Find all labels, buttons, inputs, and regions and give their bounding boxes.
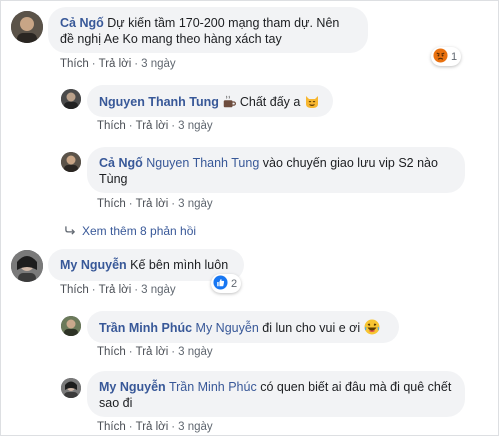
coffee-icon xyxy=(222,95,237,113)
like-reaction-icon xyxy=(213,274,228,293)
like-link[interactable]: Thích xyxy=(97,421,126,433)
comment-actions: Thích · Trả lời · 3 ngày xyxy=(60,284,176,296)
reaction-summary[interactable]: 1 xyxy=(431,47,462,66)
like-link[interactable]: Thích xyxy=(60,58,89,70)
like-link[interactable]: Thích xyxy=(97,346,126,358)
reply-link[interactable]: Trả lời xyxy=(136,120,169,132)
avatar[interactable] xyxy=(61,316,81,336)
mention-link[interactable]: My Nguyễn xyxy=(196,321,259,335)
like-link[interactable]: Thích xyxy=(97,120,126,132)
reaction-count: 1 xyxy=(451,50,458,63)
avatar[interactable] xyxy=(11,250,43,282)
comment-actions: Thích · Trả lời · 3 ngày xyxy=(97,346,213,358)
avatar[interactable] xyxy=(61,378,81,398)
reply-link[interactable]: Trả lời xyxy=(136,421,169,433)
comment-author[interactable]: Cả Ngố xyxy=(60,16,104,30)
avatar[interactable] xyxy=(61,89,81,109)
comment-bubble: My Nguyễn Trần Minh Phúc có quen biết ai… xyxy=(87,371,465,417)
avatar[interactable] xyxy=(11,11,43,43)
smiling-cat-icon xyxy=(304,93,320,113)
comment-actions: Thích · Trả lời · 3 ngày xyxy=(97,421,213,433)
comment-bubble: Cả Ngố Dự kiến tầm 170-200 mạng tham dự.… xyxy=(48,7,368,53)
view-more-label[interactable]: Xem thêm 8 phản hồi xyxy=(82,224,196,238)
laughing-emoji-icon xyxy=(364,319,380,339)
comment-time[interactable]: 3 ngày xyxy=(178,198,213,210)
reply-link[interactable]: Trả lời xyxy=(99,284,132,296)
comment-time[interactable]: 3 ngày xyxy=(178,120,213,132)
angry-reaction-icon xyxy=(433,47,448,66)
reaction-count: 2 xyxy=(231,277,238,290)
like-link[interactable]: Thích xyxy=(60,284,89,296)
avatar[interactable] xyxy=(61,152,81,172)
reaction-summary[interactable]: 2 xyxy=(211,274,242,293)
comment-author[interactable]: Cả Ngố xyxy=(99,156,143,170)
comment-time[interactable]: 3 ngày xyxy=(141,284,176,296)
reply-link[interactable]: Trả lời xyxy=(136,198,169,210)
mention-link[interactable]: Nguyen Thanh Tung xyxy=(146,156,259,170)
comment-bubble: Trần Minh Phúc My Nguyễn đi lun cho vui … xyxy=(87,311,399,343)
reply-arrow-icon xyxy=(65,225,76,238)
comment-time[interactable]: 3 ngày xyxy=(141,58,176,70)
view-more-replies[interactable]: Xem thêm 8 phản hồi xyxy=(65,224,196,238)
comment-actions: Thích · Trả lời · 3 ngày xyxy=(60,58,176,70)
comment-section: Cả Ngố Dự kiến tầm 170-200 mạng tham dự.… xyxy=(0,0,499,436)
comment-author[interactable]: My Nguyễn xyxy=(60,258,127,272)
comment-actions: Thích · Trả lời · 3 ngày xyxy=(97,120,213,132)
comment-bubble: Nguyen Thanh Tung Chất đấy a xyxy=(87,85,333,117)
reply-link[interactable]: Trả lời xyxy=(99,58,132,70)
comment-text: Kế bên mình luôn xyxy=(130,258,229,272)
comment-author[interactable]: Nguyen Thanh Tung xyxy=(99,95,219,109)
comment-time[interactable]: 3 ngày xyxy=(178,346,213,358)
comment-text: Chất đấy a xyxy=(239,95,301,109)
comment-author[interactable]: Trần Minh Phúc xyxy=(99,321,192,335)
comment-author[interactable]: My Nguyễn xyxy=(99,380,166,394)
comment-actions: Thích · Trả lời · 3 ngày xyxy=(97,198,213,210)
comment-bubble: Cả Ngố Nguyen Thanh Tung vào chuyến giao… xyxy=(87,147,465,193)
like-link[interactable]: Thích xyxy=(97,198,126,210)
mention-link[interactable]: Trần Minh Phúc xyxy=(169,380,257,394)
comment-text: đi lun cho vui e ơi xyxy=(262,321,361,335)
reply-link[interactable]: Trả lời xyxy=(136,346,169,358)
comment-time[interactable]: 3 ngày xyxy=(178,421,213,433)
